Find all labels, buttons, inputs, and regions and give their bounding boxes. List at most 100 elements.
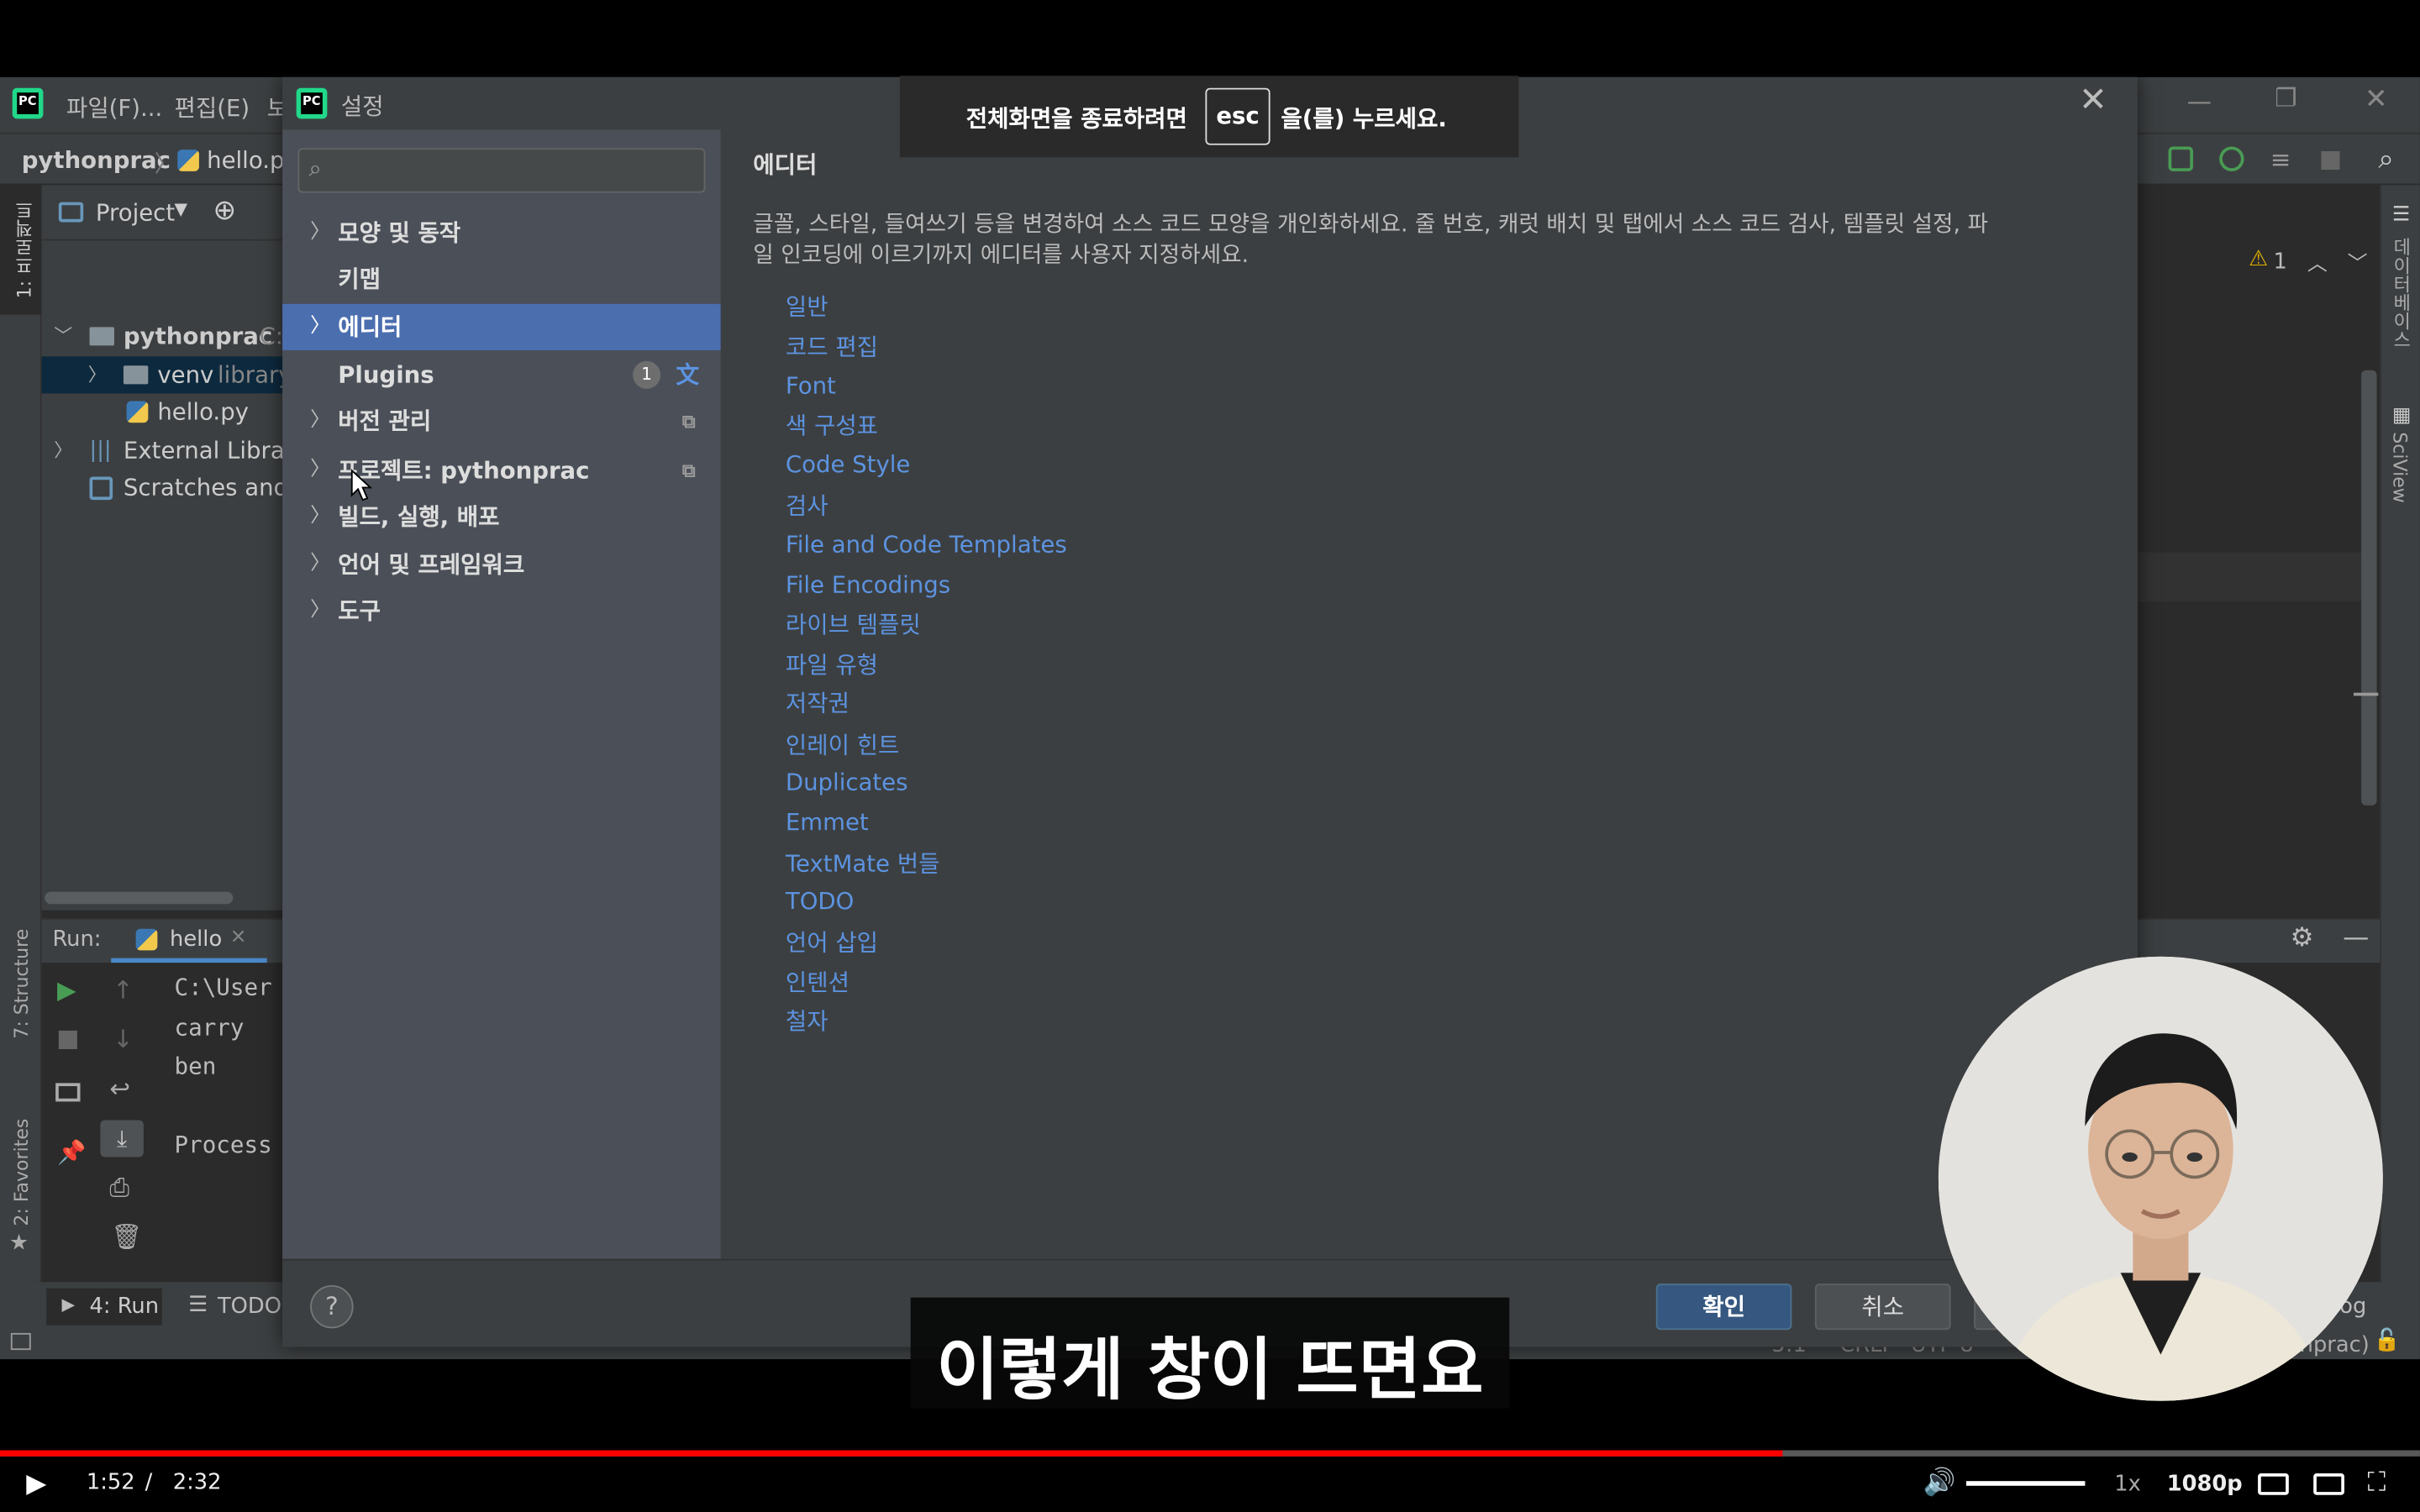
tree-item-hello[interactable]: hello.py [42,393,289,430]
link-duplicates[interactable]: Duplicates [786,769,908,796]
bottom-tab-run-label[interactable]: 4: Run [90,1294,160,1319]
video-frame: PC 파일(F)... 편집(E) 보 — ❐ ✕ pythonprac 〉 h… [0,0,2420,1512]
coverage-icon[interactable] [2168,146,2193,171]
settings-nav-plugins[interactable]: Plugins 1 文 [282,352,721,398]
stop-run-icon[interactable] [58,1030,77,1049]
close-tab-icon[interactable]: × [230,926,247,949]
horizontal-scrollbar[interactable] [45,891,234,905]
dialog-close-icon[interactable]: ✕ [2079,81,2107,120]
vertical-scrollbar[interactable] [2361,370,2377,806]
tree-item-external[interactable]: 〉 ||| External Libraries [42,432,327,469]
next-highlight-icon[interactable]: ﹀ [2348,247,2368,276]
tree-item-scratches[interactable]: Scratches and C [42,469,312,506]
run-label: Run: [52,927,102,953]
expand-icon[interactable] [10,1332,31,1351]
tree-suffix: library [217,360,292,389]
project-tool-label[interactable]: 1: 프로젝트 [11,201,37,299]
favorites-star-icon[interactable]: ★ [9,1231,29,1256]
settings-search-input[interactable]: ⌕ [297,148,706,193]
breadcrumb-project[interactable]: pythonprac [22,146,171,174]
settings-nav-editor[interactable]: 〉 에디터 [282,303,721,350]
settings-nav-keymap[interactable]: 키맵 [282,256,721,302]
cancel-button[interactable]: 취소 [1814,1284,1951,1331]
link-color-scheme[interactable]: 색 구성표 [786,409,878,442]
nav-label: 언어 및 프레임워크 [338,550,525,579]
link-code-style[interactable]: Code Style [786,450,911,478]
link-file-templates[interactable]: File and Code Templates [786,531,1067,559]
pin-icon[interactable]: 📌 [57,1138,86,1166]
tree-item-root[interactable]: ﹀ pythonprac C: [42,318,289,354]
settings-nav-build[interactable]: 〉 빌드, 실행, 배포 [282,494,721,540]
search-icon: ⌕ [308,154,322,182]
scroll-to-end-icon[interactable]: ⤓ [100,1120,144,1158]
favorites-tool-label[interactable]: 2: Favorites [11,1119,33,1226]
help-button[interactable]: ? [310,1284,354,1329]
trash-icon[interactable]: 🗑 [111,1222,142,1252]
tree-item-venv[interactable]: 〉 venv library [41,356,292,394]
exit-fullscreen-icon[interactable]: ⛶ [2367,1467,2386,1499]
picture-in-picture-icon[interactable] [2313,1473,2344,1495]
search-everywhere-icon[interactable]: ⌕ [2378,144,2394,176]
playback-speed[interactable]: 1x [2114,1472,2141,1496]
link-live-templates[interactable]: 라이브 템플릿 [786,608,921,641]
link-file-encodings[interactable]: File Encodings [786,571,950,599]
nav-label: 프로젝트: pythonprac [338,456,590,485]
concurrency-icon[interactable]: ≡ [2270,145,2291,175]
link-code-editing[interactable]: 코드 편집 [786,330,878,363]
captions-icon[interactable] [2258,1473,2289,1495]
link-inspections[interactable]: 검사 [786,489,829,522]
link-font[interactable]: Font [786,372,836,400]
settings-nav-languages[interactable]: 〉 언어 및 프레임워크 [282,542,721,588]
volume-icon[interactable]: 🔊 [1923,1467,1956,1499]
warning-icon[interactable]: ⚠ [2249,247,2268,271]
locate-target-icon[interactable]: ⊕ [213,194,236,227]
chevron-right-icon: 〉 [310,458,331,482]
soft-wrap-icon[interactable]: ↩ [109,1074,130,1103]
settings-gear-icon[interactable]: ⚙ [2291,922,2314,953]
bottom-tab-todo[interactable]: TODO [218,1294,281,1319]
quality-label[interactable]: 1080p [2167,1472,2243,1496]
structure-tool-label[interactable]: 7: Structure [11,929,33,1039]
database-icon[interactable]: ☰ [2392,203,2410,227]
restore-icon[interactable]: ❐ [2275,83,2296,113]
layout-icon[interactable] [55,1083,81,1102]
current-time: 1:52 [86,1470,135,1495]
settings-nav-vcs[interactable]: 〉 버전 관리 ⧉ [282,398,721,444]
link-language-injections[interactable]: 언어 삽입 [786,926,878,958]
print-icon[interactable]: ⎙ [109,1173,129,1204]
link-emmet[interactable]: Emmet [786,808,869,836]
down-arrow-icon[interactable]: ↓ [113,1025,134,1054]
sciview-tool-label[interactable]: SciView [2389,432,2411,503]
settings-nav-tools[interactable]: 〉 도구 [282,588,721,634]
dropdown-icon[interactable]: ▼ [175,199,188,219]
project-view-selector[interactable]: Project [96,199,175,227]
menu-file[interactable]: 파일(F)... [66,91,162,123]
link-intentions[interactable]: 인텐션 [786,966,850,999]
settings-nav-appearance[interactable]: 〉 모양 및 동작 [282,210,721,256]
link-general[interactable]: 일반 [786,290,829,323]
link-inlay-hints[interactable]: 인레이 힌트 [786,728,900,761]
minimize-icon[interactable]: — [2187,87,2212,116]
link-spelling[interactable]: 철자 [786,1005,829,1037]
play-icon[interactable]: ▶ [26,1469,46,1500]
settings-nav-project[interactable]: 〉 프로젝트: pythonprac ⧉ [282,448,721,494]
link-copyright[interactable]: 저작권 [786,686,850,719]
sciview-icon[interactable]: ▦ [2392,404,2412,428]
previous-highlight-icon[interactable]: ︿ [2307,247,2328,276]
close-window-icon[interactable]: ✕ [2365,83,2388,116]
up-arrow-icon[interactable]: ↑ [113,975,134,1005]
link-textmate-bundles[interactable]: TextMate 번들 [786,847,940,879]
profile-icon[interactable] [2219,146,2244,171]
ok-button[interactable]: 확인 [1655,1284,1792,1331]
rerun-icon[interactable]: ▶ [57,975,76,1005]
hide-panel-icon[interactable]: — [2343,922,2369,953]
todo-icon: ☰ [188,1293,208,1318]
python-file-icon [177,150,199,171]
link-todo[interactable]: TODO [786,887,854,915]
link-file-types[interactable]: 파일 유형 [786,648,878,680]
stop-icon[interactable] [2321,150,2340,171]
run-tab[interactable]: hello [170,927,222,952]
menu-edit[interactable]: 편집(E) [175,91,250,123]
database-tool-label[interactable]: 데이터베이스 [2389,238,2415,349]
lock-icon[interactable]: 🔓 [2374,1328,2401,1352]
